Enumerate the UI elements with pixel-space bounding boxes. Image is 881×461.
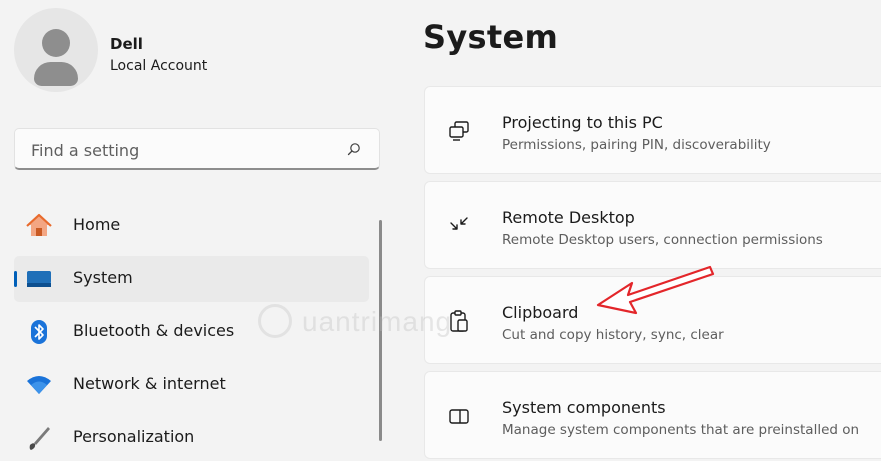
settings-card-projecting[interactable]: Projecting to this PC Permissions, pairi… (424, 86, 881, 174)
sidebar-item-bluetooth[interactable]: Bluetooth & devices (14, 309, 369, 355)
sidebar-item-network[interactable]: Network & internet (14, 362, 369, 408)
settings-card-remote-desktop[interactable]: Remote Desktop Remote Desktop users, con… (424, 181, 881, 269)
card-subtitle: Cut and copy history, sync, clear (502, 327, 724, 343)
sidebar-item-home[interactable]: Home (14, 203, 369, 249)
search-icon[interactable] (347, 142, 361, 156)
sidebar-item-label: Network & internet (73, 374, 226, 393)
remote-desktop-icon (450, 217, 468, 230)
card-subtitle: Manage system components that are preins… (502, 422, 860, 438)
search-input[interactable] (29, 138, 333, 162)
sidebar-item-label: Personalization (73, 427, 195, 446)
sidebar-scrollbar[interactable] (379, 220, 382, 441)
user-name: Dell (110, 35, 143, 53)
bluetooth-icon (31, 320, 47, 344)
brush-icon (29, 427, 50, 450)
avatar-body (34, 62, 78, 86)
card-subtitle: Remote Desktop users, connection permiss… (502, 232, 823, 248)
settings-card-system-components[interactable]: System components Manage system componen… (424, 371, 881, 459)
account-type: Local Account (110, 58, 208, 74)
card-title: Projecting to this PC (502, 113, 663, 132)
avatar-head (42, 29, 70, 57)
selection-indicator (14, 271, 17, 287)
sidebar-item-personalization[interactable]: Personalization (14, 415, 369, 461)
sidebar-item-label: Bluetooth & devices (73, 321, 235, 340)
sidebar-item-label: System (73, 268, 133, 287)
projector-icon (449, 121, 469, 141)
avatar[interactable] (14, 8, 98, 92)
navigation-pane: Dell Local Account Home System Bluetooth (0, 0, 395, 450)
card-title: System components (502, 398, 666, 417)
card-subtitle: Permissions, pairing PIN, discoverabilit… (502, 137, 771, 153)
search-box[interactable] (14, 128, 380, 170)
wifi-icon (27, 376, 51, 394)
home-icon (26, 213, 52, 236)
card-title: Remote Desktop (502, 208, 635, 227)
page-title: System (423, 18, 559, 56)
sidebar-item-label: Home (73, 215, 121, 234)
sidebar-item-system[interactable]: System (14, 256, 369, 302)
card-title: Clipboard (502, 303, 579, 322)
clipboard-icon (450, 310, 468, 332)
settings-card-clipboard[interactable]: Clipboard Cut and copy history, sync, cl… (424, 276, 881, 364)
system-components-icon (449, 409, 469, 424)
system-icon (27, 271, 51, 287)
